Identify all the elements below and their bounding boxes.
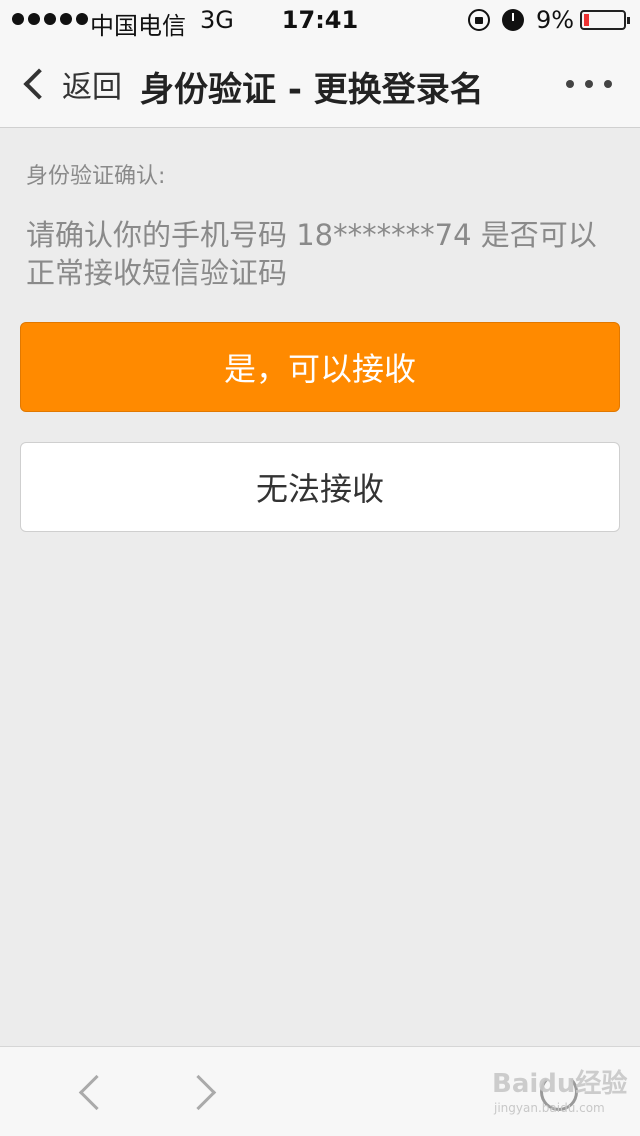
section-label: 身份验证确认: bbox=[26, 164, 166, 189]
page: 中国电信 3G 17:41 9% 返回 身份验证 - 更换登录名 身份验证确认:… bbox=[0, 0, 640, 1136]
navigation-bar: 返回 身份验证 - 更换登录名 bbox=[0, 40, 640, 128]
browser-forward-icon[interactable] bbox=[186, 1075, 220, 1109]
browser-back-icon[interactable] bbox=[74, 1075, 108, 1109]
more-options-icon[interactable] bbox=[566, 80, 612, 88]
back-label: 返回 bbox=[62, 70, 122, 105]
alarm-icon bbox=[502, 9, 524, 31]
back-button[interactable]: 返回 bbox=[18, 60, 122, 108]
verification-message: 请确认你的手机号码 18*******74 是否可以正常接收短信验证码 bbox=[26, 218, 597, 290]
battery-icon bbox=[580, 10, 630, 30]
page-title: 身份验证 - 更换登录名 bbox=[140, 70, 484, 110]
browser-toolbar: Baidu经验 jingyan.baidu.com bbox=[0, 1046, 640, 1136]
rotation-lock-icon bbox=[468, 9, 490, 31]
battery-percent: 9% bbox=[536, 6, 575, 34]
chevron-left-icon bbox=[23, 68, 55, 100]
can-receive-button[interactable]: 是，可以接收 bbox=[20, 322, 620, 412]
cannot-receive-button[interactable]: 无法接收 bbox=[20, 442, 620, 532]
status-bar: 中国电信 3G 17:41 9% bbox=[0, 0, 640, 40]
watermark-logo: Baidu经验 bbox=[492, 1069, 628, 1099]
watermark-url: jingyan.baidu.com bbox=[494, 1101, 605, 1115]
